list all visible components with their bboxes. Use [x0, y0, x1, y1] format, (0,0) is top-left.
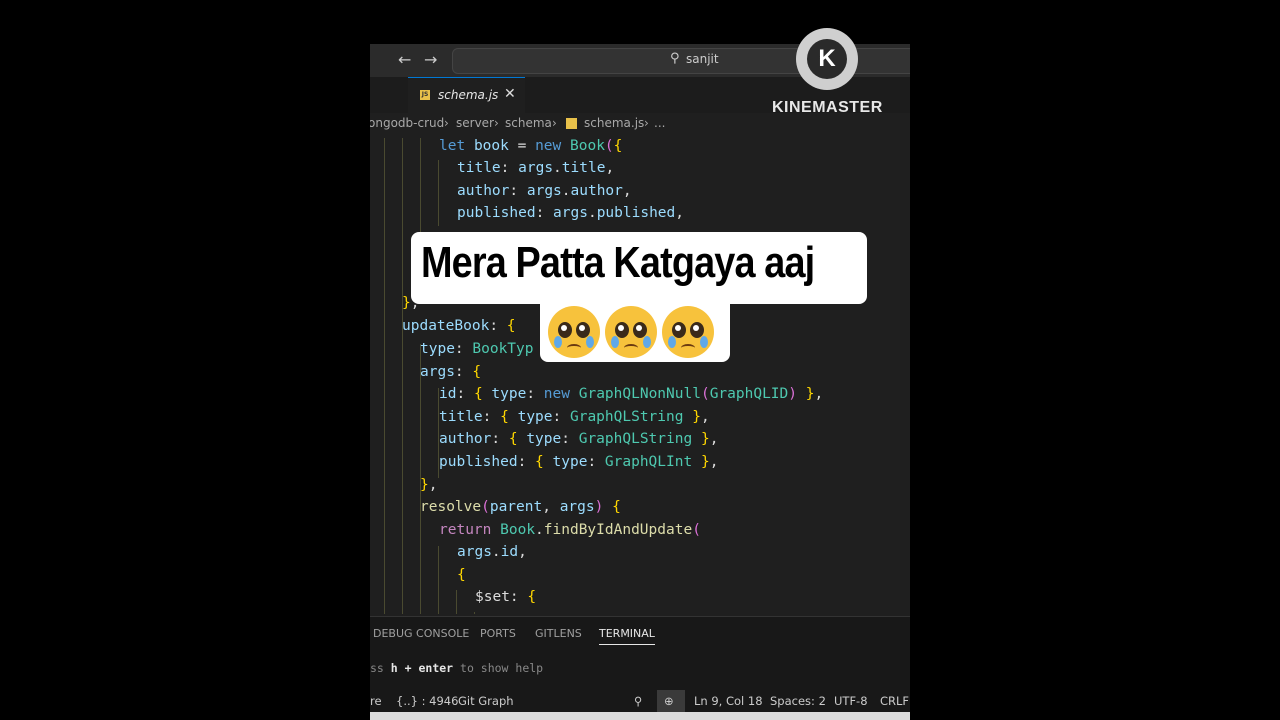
- git-commit-icon[interactable]: ⚲: [634, 694, 642, 708]
- code-line: author: args.author,: [457, 183, 632, 199]
- terminal-text: ss: [370, 661, 391, 675]
- code-line: published: args.published,: [457, 205, 685, 221]
- kinemaster-letter: K: [807, 39, 847, 79]
- status-item[interactable]: re: [370, 694, 382, 708]
- code-line: published: { type: GraphQLInt },: [439, 454, 719, 470]
- code-line: type: BookTyp: [420, 341, 534, 357]
- status-git-graph[interactable]: Git Graph: [458, 694, 514, 708]
- emoji-row: [548, 306, 719, 362]
- breadcrumb-item[interactable]: schema: [505, 116, 552, 130]
- terminal-key-hint: h + enter: [390, 661, 454, 675]
- breadcrumb-item[interactable]: ...: [654, 116, 665, 130]
- code-editor[interactable]: let book = new Book({ title: args.title,…: [370, 138, 910, 614]
- indent-guide: [384, 138, 385, 614]
- tab-schema-js[interactable]: JS schema.js ✕: [408, 77, 525, 113]
- code-line: title: { type: GraphQLString },: [439, 409, 710, 425]
- code-line: return Book.findByIdAndUpdate(: [439, 522, 701, 538]
- tab-debug-console[interactable]: DEBUG CONSOLE: [373, 627, 469, 640]
- close-icon[interactable]: ✕: [504, 86, 516, 102]
- tab-label: schema.js: [438, 88, 499, 102]
- breadcrumb-separator: ›: [644, 116, 649, 130]
- code-line: args: {: [420, 364, 482, 380]
- breadcrumb-separator: ›: [552, 116, 557, 130]
- pleading-face-emoji: [605, 306, 657, 358]
- breadcrumb-item[interactable]: ongodb-crud: [370, 116, 444, 130]
- code-line: id: { type: new GraphQLNonNull(GraphQLID…: [439, 386, 824, 402]
- breadcrumb-separator: ›: [444, 116, 449, 130]
- pleading-face-emoji: [662, 306, 714, 358]
- code-line: {: [457, 567, 466, 583]
- code-line: args.id,: [457, 544, 527, 560]
- code-line: updateBook: {: [402, 318, 516, 334]
- terminal-output[interactable]: ss h + enter to show help: [370, 661, 543, 675]
- status-encoding[interactable]: UTF-8: [834, 694, 868, 708]
- javascript-file-icon: JS: [420, 90, 430, 100]
- breadcrumb-item[interactable]: schema.js: [584, 116, 644, 130]
- caption-box: Mera Patta Katgaya aaj: [411, 232, 867, 304]
- bottom-panel: DEBUG CONSOLE PORTS GITLENS TERMINAL ss …: [370, 616, 910, 697]
- indent-guide: [474, 612, 475, 614]
- taskbar-strip: [370, 712, 910, 720]
- vscode-window: ← → ⚲ sanjit JS schema.js ✕ ongodb-crud …: [370, 44, 910, 720]
- code-line: title: args.title,: [457, 160, 615, 176]
- tab-gitlens[interactable]: GITLENS: [535, 627, 582, 640]
- code-line: author: { type: GraphQLString },: [439, 431, 719, 447]
- status-indentation[interactable]: Spaces: 2: [770, 694, 826, 708]
- back-arrow-icon[interactable]: ←: [398, 50, 411, 69]
- status-eol[interactable]: CRLF: [880, 694, 909, 708]
- search-icon: ⚲: [670, 51, 680, 66]
- kinemaster-watermark: KINEMASTER: [772, 99, 883, 116]
- kinemaster-logo: K: [796, 28, 858, 90]
- caption-text: Mera Patta Katgaya aaj: [421, 238, 815, 287]
- javascript-file-icon: [566, 118, 577, 129]
- terminal-text: to show help: [453, 661, 544, 675]
- indent-guide: [438, 160, 439, 226]
- forward-arrow-icon[interactable]: →: [424, 50, 437, 69]
- code-line: $set: {: [475, 589, 537, 605]
- breadcrumb: ongodb-crud › server › schema › schema.j…: [370, 114, 910, 134]
- tab-ports[interactable]: PORTS: [480, 627, 516, 640]
- status-braces[interactable]: {..} : 4946: [396, 694, 458, 708]
- breadcrumb-separator: ›: [494, 116, 499, 130]
- breadcrumb-item[interactable]: server: [456, 116, 494, 130]
- code-line: },: [420, 477, 438, 493]
- caption-emoji-box: [540, 304, 730, 362]
- pleading-face-emoji: [548, 306, 600, 358]
- indent-guide: [402, 138, 403, 614]
- indent-guide: [456, 590, 457, 614]
- indent-guide: [438, 546, 439, 614]
- status-cursor-position[interactable]: Ln 9, Col 18: [694, 694, 763, 708]
- zoom-icon: ⊕: [664, 694, 674, 708]
- search-label: sanjit: [686, 52, 719, 66]
- tab-terminal[interactable]: TERMINAL: [599, 627, 655, 645]
- code-line: resolve(parent, args) {: [420, 499, 621, 515]
- code-line: let book = new Book({: [439, 138, 623, 154]
- status-bar: re {..} : 4946 Git Graph ⚲ ⊕ Ln 9, Col 1…: [370, 690, 910, 712]
